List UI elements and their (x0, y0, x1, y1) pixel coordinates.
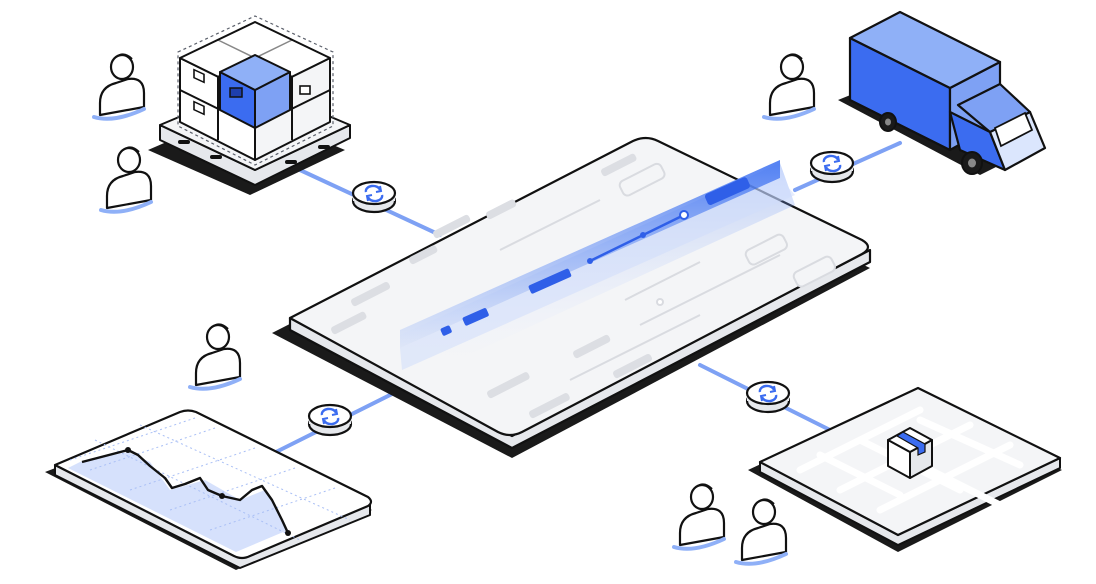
warehouse-pallet (148, 15, 351, 195)
delivery-truck (838, 10, 1047, 175)
sync-icon (307, 403, 353, 437)
person-icon (762, 52, 816, 121)
sync-icon (351, 180, 397, 214)
sync-icon (745, 380, 791, 414)
person-icon (92, 52, 146, 121)
person-icon (734, 497, 788, 566)
person-icon (188, 322, 242, 391)
sync-icon (809, 150, 855, 184)
person-icon (99, 145, 153, 214)
person-icon (672, 482, 726, 551)
integration-illustration (0, 0, 1096, 579)
